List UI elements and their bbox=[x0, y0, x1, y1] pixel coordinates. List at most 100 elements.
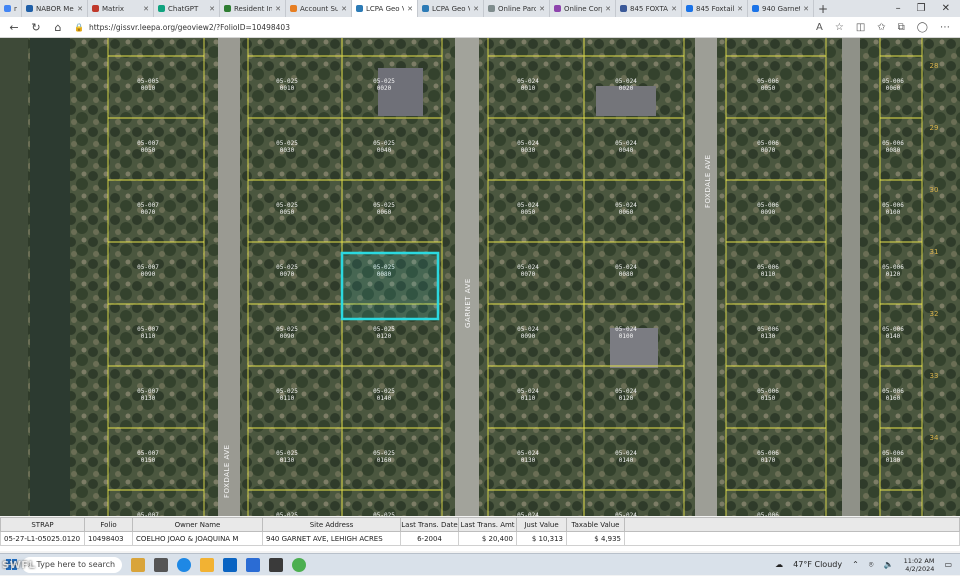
back-icon[interactable]: ← bbox=[8, 21, 20, 34]
folder-icon[interactable] bbox=[131, 557, 145, 572]
close-window-button[interactable]: ✕ bbox=[942, 3, 950, 14]
column-header[interactable]: STRAP bbox=[0, 517, 85, 532]
lot-label[interactable]: 05-0240160 bbox=[615, 512, 637, 516]
tab-close-icon[interactable]: ✕ bbox=[209, 5, 215, 13]
browser-tab[interactable]: LCPA Geo V ✕ bbox=[418, 0, 484, 17]
browser-tab[interactable]: Online Parc ✕ bbox=[484, 0, 550, 17]
tab-favicon-icon bbox=[554, 5, 561, 12]
read-aloud-icon[interactable]: A bbox=[816, 22, 823, 33]
tab-favicon-icon bbox=[686, 5, 693, 12]
browser-tab[interactable]: Resident Info✕ bbox=[220, 0, 286, 17]
block-number: 34 bbox=[930, 434, 939, 442]
lot-label[interactable]: 05-0240150 bbox=[517, 512, 539, 516]
browser-tab[interactable]: Account Sum✕ bbox=[286, 0, 352, 17]
browser-tab[interactable]: Online Corp ✕ bbox=[550, 0, 616, 17]
tray-arrow-icon[interactable]: ⌃ bbox=[852, 560, 859, 569]
url-field[interactable]: 🔒 https://gissvr.leepa.org/geoview2/?Fol… bbox=[74, 23, 806, 32]
file-explorer-icon[interactable] bbox=[200, 557, 214, 572]
tab-close-icon[interactable]: ✕ bbox=[341, 5, 347, 13]
tab-close-icon[interactable]: ✕ bbox=[407, 5, 413, 13]
browser-tab[interactable]: NABOR Me ✕ bbox=[22, 0, 88, 17]
table-row[interactable]: 05-27-L1-05025.0120 10498403 COELHO JOAO… bbox=[0, 531, 960, 546]
tab-close-icon[interactable]: ✕ bbox=[605, 5, 611, 13]
lot-label[interactable]: 05-0250180 bbox=[373, 512, 395, 516]
parcel-map[interactable]: 05-005 0010 05-007 0050 05-007 0070 05-007 0090… bbox=[0, 38, 960, 516]
tab-title: 845 FOXTAI bbox=[630, 4, 669, 13]
tab-title: LCPA Geo V bbox=[366, 4, 405, 13]
browser-tab[interactable]: n bbox=[0, 0, 22, 17]
clock[interactable]: 11:02 AM 4/2/2024 bbox=[904, 557, 935, 573]
cell-owner[interactable]: COELHO JOAO & JOAQUINA M bbox=[132, 531, 263, 546]
more-menu-icon[interactable]: ⋯ bbox=[940, 22, 950, 33]
street-label-foxdale-west: FOXDALE AVE bbox=[223, 444, 231, 498]
browser-tab[interactable]: 940 Garnet ✕ bbox=[748, 0, 814, 17]
lot-label[interactable]: 05-0070170 bbox=[137, 512, 159, 516]
minimize-button[interactable]: – bbox=[896, 3, 901, 14]
cell-strap[interactable]: 05-27-L1-05025.0120 bbox=[0, 531, 85, 546]
browser-tab[interactable]: ChatGPT ✕ bbox=[154, 0, 220, 17]
cell-just-value[interactable]: $ 10,313 bbox=[516, 531, 567, 546]
lot-label[interactable]: 05-0250150 bbox=[276, 512, 298, 516]
taskbar-search[interactable]: ⌕ Type here to search bbox=[22, 556, 122, 573]
browser-tab[interactable]: 845 Foxtail ✕ bbox=[682, 0, 748, 17]
tab-title: Matrix bbox=[102, 4, 125, 13]
column-header[interactable]: Last Trans. Amt bbox=[458, 517, 517, 532]
column-header[interactable]: Just Value bbox=[516, 517, 567, 532]
cell-taxable-value[interactable]: $ 4,935 bbox=[566, 531, 625, 546]
tab-title: Account Sum bbox=[300, 4, 338, 13]
cell-trans-amt[interactable]: $ 20,400 bbox=[458, 531, 517, 546]
lock-icon: 🔒 bbox=[74, 22, 84, 32]
split-screen-icon[interactable]: ◫ bbox=[856, 22, 865, 33]
road-garnet bbox=[455, 38, 479, 516]
cell-address[interactable]: 940 GARNET AVE, LEHIGH ACRES bbox=[262, 531, 401, 546]
table-header-row: STRAP Folio Owner Name Site Address Last… bbox=[0, 517, 960, 532]
house-roof bbox=[378, 68, 423, 116]
browser-tab[interactable]: LCPA Geo V ✕ bbox=[352, 0, 418, 17]
tab-close-icon[interactable]: ✕ bbox=[77, 5, 83, 13]
maximize-button[interactable]: ❐ bbox=[917, 3, 926, 14]
tab-favicon-icon bbox=[620, 5, 627, 12]
profile-icon[interactable]: ◯ bbox=[917, 22, 928, 33]
cell-trans-date[interactable]: 6-2004 bbox=[400, 531, 459, 546]
browser-tab[interactable]: 845 FOXTAI ✕ bbox=[616, 0, 682, 17]
tab-favicon-icon bbox=[26, 5, 33, 12]
tab-favicon-icon bbox=[422, 5, 429, 12]
column-header[interactable]: Owner Name bbox=[132, 517, 263, 532]
browser-tab[interactable]: Matrix ✕ bbox=[88, 0, 154, 17]
street-label-garnet: GARNET AVE bbox=[464, 278, 472, 328]
edge-browser-icon[interactable] bbox=[177, 557, 191, 572]
home-icon[interactable]: ⌂ bbox=[52, 21, 64, 34]
lot-label[interactable]: 05-0060190 bbox=[757, 512, 779, 516]
map-canvas[interactable]: 05-005 001005-007 005005-007 007005-007 0090… bbox=[0, 38, 960, 516]
tab-close-icon[interactable]: ✕ bbox=[143, 5, 149, 13]
collections-icon[interactable]: ⧉ bbox=[898, 22, 905, 33]
address-bar: ← ↻ ⌂ 🔒 https://gissvr.leepa.org/geoview… bbox=[0, 17, 960, 38]
url-text[interactable]: https://gissvr.leepa.org/geoview2/?Folio… bbox=[89, 23, 290, 32]
volume-icon[interactable]: 🔈 bbox=[884, 560, 894, 569]
column-header[interactable]: Taxable Value bbox=[566, 517, 625, 532]
favorite-star-icon[interactable]: ☆ bbox=[835, 22, 844, 33]
tab-close-icon[interactable]: ✕ bbox=[473, 5, 479, 13]
favorites-icon[interactable]: ✩ bbox=[877, 22, 885, 33]
network-icon[interactable]: ⌾ bbox=[869, 560, 874, 570]
tab-close-icon[interactable]: ✕ bbox=[737, 5, 743, 13]
column-header[interactable]: Last Trans. Date bbox=[400, 517, 459, 532]
cell-folio[interactable]: 10498403 bbox=[84, 531, 133, 546]
tab-close-icon[interactable]: ✕ bbox=[275, 5, 281, 13]
refresh-icon[interactable]: ↻ bbox=[30, 21, 42, 34]
store-icon[interactable] bbox=[269, 557, 283, 572]
tab-close-icon[interactable]: ✕ bbox=[539, 5, 545, 13]
weather-text[interactable]: 47°F Cloudy bbox=[793, 560, 842, 569]
tab-close-icon[interactable]: ✕ bbox=[803, 5, 809, 13]
weather-icon: ☁ bbox=[775, 560, 784, 569]
selected-parcel-highlight[interactable] bbox=[340, 251, 440, 321]
word-icon[interactable] bbox=[246, 557, 260, 572]
notifications-icon[interactable]: ▭ bbox=[944, 560, 952, 569]
chrome-icon[interactable] bbox=[292, 557, 306, 572]
column-header[interactable]: Site Address bbox=[262, 517, 401, 532]
new-tab-button[interactable]: + bbox=[814, 2, 832, 16]
column-header[interactable]: Folio bbox=[84, 517, 133, 532]
task-view-icon[interactable] bbox=[154, 557, 168, 572]
outlook-icon[interactable] bbox=[223, 557, 237, 572]
tab-close-icon[interactable]: ✕ bbox=[671, 5, 677, 13]
